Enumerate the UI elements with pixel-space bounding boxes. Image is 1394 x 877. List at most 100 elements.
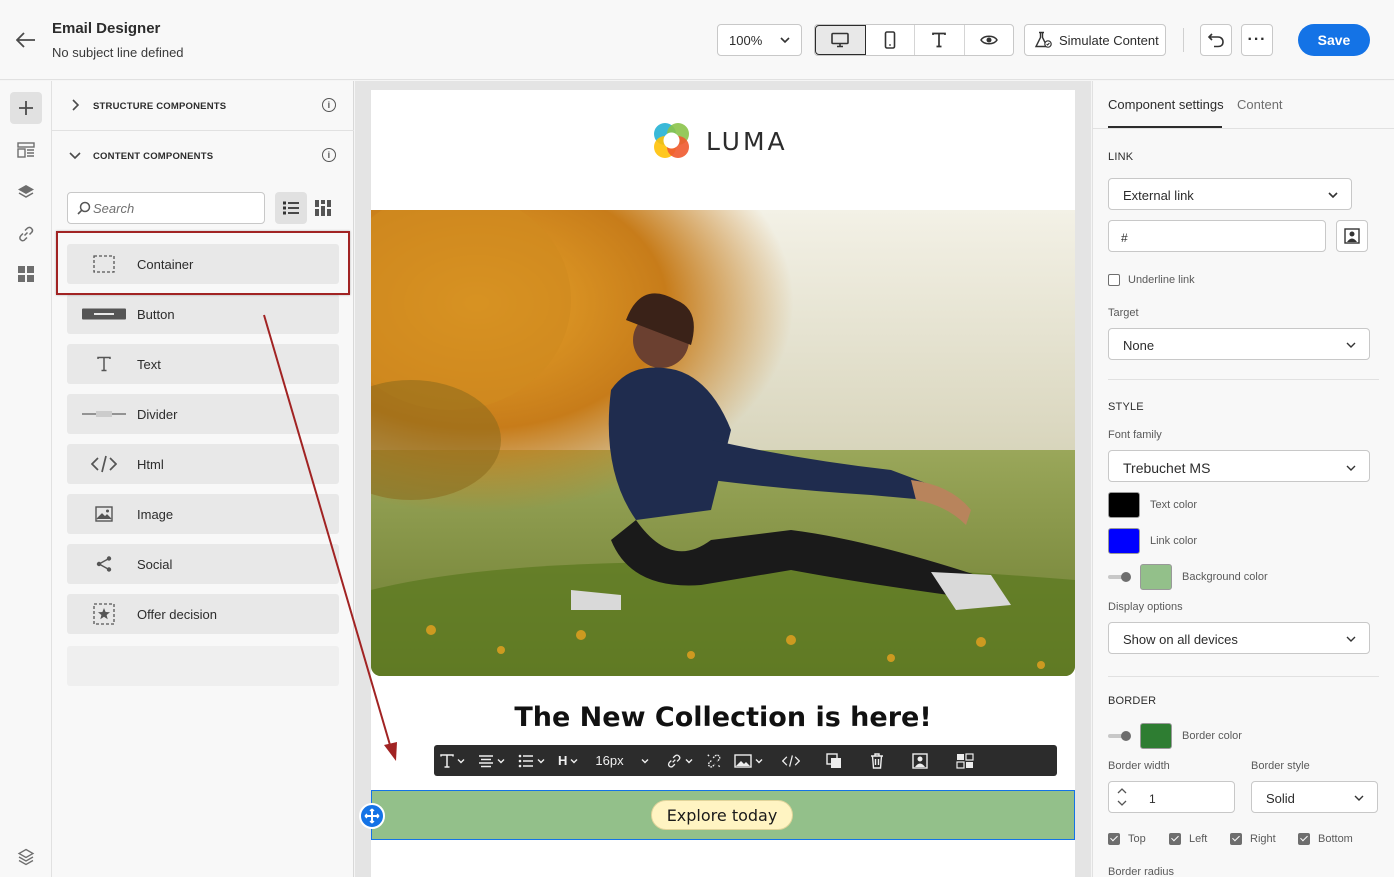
component-text[interactable]: Text — [67, 344, 339, 384]
source-code-tool[interactable] — [770, 745, 812, 776]
component-search-input[interactable]: Search — [67, 192, 265, 224]
luma-logo-icon — [654, 123, 689, 158]
layout-tool[interactable] — [942, 745, 988, 776]
border-color-toggle[interactable] — [1108, 731, 1132, 741]
add-handle-icon[interactable] — [359, 803, 385, 829]
simulate-content-button[interactable]: Simulate Content — [1024, 24, 1166, 56]
page-title: Email Designer — [52, 20, 161, 37]
duplicate-tool[interactable] — [812, 745, 856, 776]
background-color-toggle[interactable] — [1108, 572, 1132, 582]
simulate-content-label: Simulate Content — [1059, 32, 1159, 48]
structure-components-header[interactable]: STRUCTURE COMPONENTS i — [52, 81, 354, 131]
email-headline[interactable]: The New Collection is here! — [371, 702, 1075, 733]
display-options-label: Display options — [1108, 601, 1183, 613]
grid-view-button[interactable] — [309, 192, 337, 224]
border-color-label: Border color — [1182, 730, 1242, 742]
heading-tool[interactable]: H — [552, 745, 585, 776]
border-width-value: 1 — [1149, 792, 1156, 806]
info-icon[interactable]: i — [322, 98, 336, 112]
offer-icon — [81, 602, 127, 626]
target-select[interactable]: None — [1108, 328, 1370, 360]
text-icon — [932, 32, 947, 48]
link-tool[interactable] — [660, 745, 700, 776]
zoom-select[interactable]: 100% — [717, 24, 802, 56]
fragments-button[interactable] — [10, 134, 42, 166]
chevron-down-icon — [779, 34, 791, 49]
background-color-swatch[interactable] — [1140, 564, 1172, 590]
link-color-label: Link color — [1150, 535, 1198, 547]
layers-button[interactable] — [10, 176, 42, 208]
component-image[interactable]: Image — [67, 494, 339, 534]
tab-content[interactable]: Content — [1237, 97, 1283, 112]
list-tool[interactable] — [512, 745, 552, 776]
component-social[interactable]: Social — [67, 544, 339, 584]
unlink-tool[interactable] — [700, 745, 728, 776]
back-arrow-icon[interactable] — [14, 28, 38, 52]
tab-component-settings[interactable]: Component settings — [1108, 97, 1224, 112]
personalize-tool[interactable] — [898, 745, 942, 776]
align-tool[interactable] — [472, 745, 512, 776]
border-right-checkbox[interactable] — [1230, 833, 1242, 845]
zoom-value: 100% — [729, 33, 763, 48]
mobile-view-button[interactable] — [866, 25, 915, 55]
component-button[interactable]: Button — [67, 294, 339, 334]
link-section-title: LINK — [1108, 151, 1134, 163]
content-components-header[interactable]: CONTENT COMPONENTS i — [52, 131, 354, 181]
component-divider[interactable]: Divider — [67, 394, 339, 434]
links-button[interactable] — [10, 218, 42, 250]
link-url-field[interactable]: # — [1108, 220, 1326, 252]
assets-button[interactable] — [10, 258, 42, 290]
border-left-checkbox[interactable] — [1169, 833, 1181, 845]
display-options-select[interactable]: Show on all devices — [1108, 622, 1370, 654]
component-offer-decision[interactable]: Offer decision — [67, 594, 339, 634]
save-button[interactable]: Save — [1298, 24, 1370, 56]
chevron-down-icon — [1345, 461, 1357, 477]
chevron-down-icon — [537, 758, 545, 763]
section-divider — [1108, 379, 1379, 380]
text-icon — [440, 753, 454, 768]
cta-button[interactable]: Explore today — [651, 800, 793, 830]
eye-icon — [979, 35, 998, 45]
insert-image-tool[interactable] — [728, 745, 770, 776]
desktop-view-button[interactable] — [815, 25, 866, 55]
layout-icon — [955, 752, 974, 769]
mobile-icon — [884, 31, 896, 49]
code-icon — [81, 452, 127, 476]
border-style-select[interactable]: Solid — [1251, 781, 1378, 813]
text-style-tool[interactable] — [434, 745, 472, 776]
preview-button[interactable] — [965, 25, 1014, 55]
component-label: Divider — [137, 407, 178, 422]
font-size-tool[interactable]: 16px — [585, 745, 659, 776]
link-type-select[interactable]: External link — [1108, 178, 1352, 210]
font-family-select[interactable]: Trebuchet MS — [1108, 450, 1370, 482]
link-color-swatch[interactable] — [1108, 528, 1140, 554]
list-view-button[interactable] — [275, 192, 307, 224]
underline-link-checkbox[interactable] — [1108, 274, 1120, 286]
text-color-swatch[interactable] — [1108, 492, 1140, 518]
undo-button[interactable] — [1200, 24, 1232, 56]
border-color-swatch[interactable] — [1140, 723, 1172, 749]
border-width-stepper[interactable]: 1 — [1108, 781, 1235, 813]
hero-image[interactable] — [371, 210, 1075, 676]
validation-button[interactable] — [10, 841, 42, 873]
luma-logo[interactable]: LUMA — [648, 118, 788, 164]
text-view-button[interactable] — [915, 25, 965, 55]
underline-link-label: Underline link — [1128, 274, 1195, 286]
email-body[interactable]: LUMA The New Collection is here! H 16px … — [359, 90, 1075, 877]
border-style-label: Border style — [1251, 760, 1310, 772]
button-component-row[interactable]: Explore today — [359, 790, 1075, 840]
border-section-title: BORDER — [1108, 695, 1157, 707]
more-options-button[interactable]: ··· — [1241, 24, 1273, 56]
delete-tool[interactable] — [856, 745, 898, 776]
border-top-checkbox[interactable] — [1108, 833, 1120, 845]
display-options-value: Show on all devices — [1123, 632, 1238, 647]
subject-line-status: No subject line defined — [52, 45, 184, 60]
personalize-link-button[interactable] — [1336, 220, 1368, 252]
border-bottom-checkbox[interactable] — [1298, 833, 1310, 845]
logo-wordmark: LUMA — [706, 126, 788, 156]
add-components-button[interactable] — [10, 92, 42, 124]
chevron-down-icon — [68, 148, 82, 165]
component-html[interactable]: Html — [67, 444, 339, 484]
info-icon[interactable]: i — [322, 148, 336, 162]
text-icon — [81, 352, 127, 376]
